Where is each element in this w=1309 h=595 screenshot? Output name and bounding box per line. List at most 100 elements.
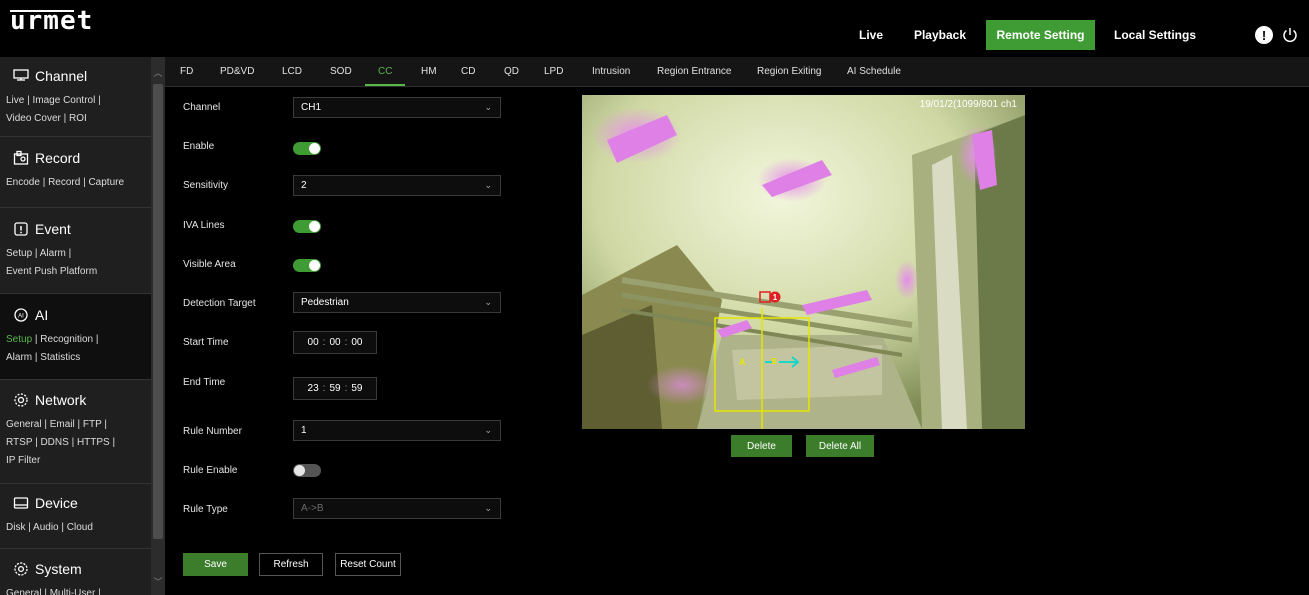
end-time-second[interactable]: 59 xyxy=(351,383,362,394)
nav-remote-setting[interactable]: Remote Setting xyxy=(986,20,1095,50)
power-icon[interactable] xyxy=(1281,26,1299,44)
start-time-hour[interactable]: 00 xyxy=(308,337,319,348)
sidebar-links-channel-2[interactable]: Video Cover | ROI xyxy=(6,110,151,128)
device-icon xyxy=(13,497,29,509)
sidebar-title-record: Record xyxy=(35,150,81,166)
tab-intrusion[interactable]: Intrusion xyxy=(592,66,630,77)
sidebar-links-event-2[interactable]: Event Push Platform xyxy=(6,263,151,281)
save-button[interactable]: Save xyxy=(183,553,248,576)
refresh-button[interactable]: Refresh xyxy=(259,553,323,576)
rule-type-select[interactable]: A->B ⌄ xyxy=(293,498,501,519)
scroll-up-icon[interactable]: ︿ xyxy=(151,66,165,80)
sidebar-link-ai-recognition[interactable]: | Recognition | xyxy=(32,334,99,345)
end-time-input[interactable]: 23: 59: 59 xyxy=(293,377,377,400)
sidebar-links-channel-1[interactable]: Live | Image Control | xyxy=(6,92,151,110)
start-time-minute[interactable]: 00 xyxy=(329,337,340,348)
start-time-label: Start Time xyxy=(183,337,229,348)
rule-number-label: Rule Number xyxy=(183,426,242,437)
system-gear-icon xyxy=(14,562,28,576)
sidebar: Channel Live | Image Control | Video Cov… xyxy=(0,57,165,595)
sidebar-links-ai-1: Setup | Recognition | xyxy=(6,331,151,349)
detection-target-select[interactable]: Pedestrian ⌄ xyxy=(293,292,501,313)
end-time-minute[interactable]: 59 xyxy=(329,383,340,394)
sensitivity-label: Sensitivity xyxy=(183,180,229,191)
scroll-down-icon[interactable]: ﹀ xyxy=(151,575,165,589)
sidebar-head-network[interactable]: Network xyxy=(0,384,151,416)
toggle-knob xyxy=(294,465,305,476)
start-time-second[interactable]: 00 xyxy=(351,337,362,348)
tab-cc[interactable]: CC xyxy=(378,66,392,77)
tab-sod[interactable]: SOD xyxy=(330,66,352,77)
sidebar-head-system[interactable]: System xyxy=(0,553,151,585)
tab-lcd[interactable]: LCD xyxy=(282,66,302,77)
sidebar-links-event-1[interactable]: Setup | Alarm | xyxy=(6,245,151,263)
ai-icon: AI xyxy=(14,308,28,322)
rule-number-value: 1 xyxy=(301,425,307,436)
sidebar-head-device[interactable]: Device xyxy=(0,487,151,519)
chevron-down-icon: ⌄ xyxy=(484,102,492,112)
event-icon xyxy=(14,222,28,236)
visible-area-label: Visible Area xyxy=(183,259,236,270)
delete-all-button[interactable]: Delete All xyxy=(806,435,874,457)
sidebar-links-device-1[interactable]: Disk | Audio | Cloud xyxy=(6,519,151,537)
record-icon xyxy=(13,150,29,165)
sidebar-section-channel: Channel Live | Image Control | Video Cov… xyxy=(0,57,151,137)
sidebar-links-record-1[interactable]: Encode | Record | Capture xyxy=(6,174,151,192)
sidebar-head-event[interactable]: Event xyxy=(0,213,151,245)
enable-toggle[interactable] xyxy=(293,142,321,155)
info-icon[interactable]: ! xyxy=(1255,26,1273,44)
toggle-knob xyxy=(309,221,320,232)
channel-select[interactable]: CH1 ⌄ xyxy=(293,97,501,118)
channel-icon xyxy=(13,69,29,81)
rule-enable-toggle[interactable] xyxy=(293,464,321,477)
rule-enable-label: Rule Enable xyxy=(183,465,238,476)
sidebar-title-device: Device xyxy=(35,495,78,511)
sidebar-scroll-thumb[interactable] xyxy=(153,84,163,539)
sidebar-link-ai-setup[interactable]: Setup xyxy=(6,334,32,345)
sidebar-title-channel: Channel xyxy=(35,68,88,84)
nav-live[interactable]: Live xyxy=(848,20,894,50)
network-icon xyxy=(14,393,28,407)
sidebar-links-network-3[interactable]: IP Filter xyxy=(6,452,151,470)
nav-local-settings[interactable]: Local Settings xyxy=(1106,20,1204,50)
sidebar-links-network-2[interactable]: RTSP | DDNS | HTTPS | xyxy=(6,434,151,452)
visible-area-toggle[interactable] xyxy=(293,259,321,272)
sensitivity-value: 2 xyxy=(301,180,307,191)
sidebar-head-record[interactable]: Record xyxy=(0,142,151,174)
detection-target-value: Pedestrian xyxy=(301,297,349,308)
sidebar-title-system: System xyxy=(35,561,82,577)
tab-region-exiting[interactable]: Region Exiting xyxy=(757,66,821,77)
chevron-down-icon: ⌄ xyxy=(484,425,492,435)
tab-hm[interactable]: HM xyxy=(421,66,437,77)
end-time-hour[interactable]: 23 xyxy=(308,383,319,394)
sidebar-head-ai[interactable]: AI AI xyxy=(0,299,151,331)
iva-lines-label: IVA Lines xyxy=(183,220,225,231)
tab-ai-schedule[interactable]: AI Schedule xyxy=(847,66,901,77)
sidebar-links-system-1[interactable]: General | Multi-User | xyxy=(6,585,151,595)
sidebar-links-network-1[interactable]: General | Email | FTP | xyxy=(6,416,151,434)
tab-region-entrance[interactable]: Region Entrance xyxy=(657,66,732,77)
reset-count-button[interactable]: Reset Count xyxy=(335,553,401,576)
sensitivity-select[interactable]: 2 ⌄ xyxy=(293,175,501,196)
tab-lpd[interactable]: LPD xyxy=(544,66,563,77)
video-osd-text: 19/01/2(1099/801 ch1 xyxy=(919,99,1017,110)
tab-cd[interactable]: CD xyxy=(461,66,475,77)
side-a-label: A xyxy=(739,357,746,367)
rule-type-label: Rule Type xyxy=(183,504,228,515)
iva-lines-toggle[interactable] xyxy=(293,220,321,233)
video-preview[interactable]: 1 A B 19/01/2(1099/801 ch1 xyxy=(582,95,1025,429)
rule-number-select[interactable]: 1 ⌄ xyxy=(293,420,501,441)
sidebar-section-record: Record Encode | Record | Capture xyxy=(0,137,151,208)
chevron-down-icon: ⌄ xyxy=(484,297,492,307)
sidebar-section-device: Device Disk | Audio | Cloud xyxy=(0,484,151,549)
toggle-knob xyxy=(309,260,320,271)
tab-pd-vd[interactable]: PD&VD xyxy=(220,66,254,77)
delete-button[interactable]: Delete xyxy=(731,435,792,457)
nav-playback[interactable]: Playback xyxy=(906,20,974,50)
start-time-input[interactable]: 00: 00: 00 xyxy=(293,331,377,354)
tab-fd[interactable]: FD xyxy=(180,66,193,77)
toggle-knob xyxy=(309,143,320,154)
sidebar-links-ai-2[interactable]: Alarm | Statistics xyxy=(6,349,151,367)
sidebar-head-channel[interactable]: Channel xyxy=(0,60,151,92)
tab-qd[interactable]: QD xyxy=(504,66,519,77)
